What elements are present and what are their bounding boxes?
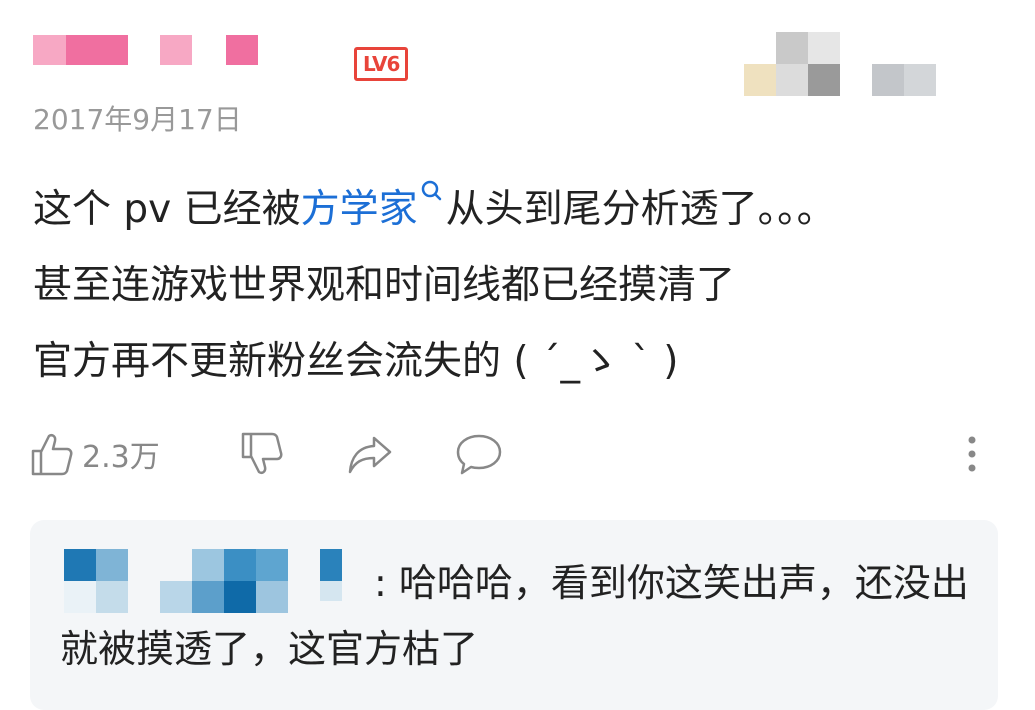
topic-link[interactable]: 方学家 [301, 187, 418, 232]
content-line-1: 这个 pv 已经被方学家 从头到尾分析透了。。。 [33, 172, 1013, 248]
content-line-3: 官方再不更新粉丝会流失的 ( ´_ゝ ` ) [33, 339, 679, 384]
level-badge: LV6 [354, 47, 409, 81]
more-vertical-icon [968, 436, 976, 472]
thumbs-down-icon [241, 432, 283, 475]
like-button[interactable]: 2.3万 [30, 426, 160, 482]
share-icon [348, 436, 392, 474]
like-count: 2.3万 [82, 440, 160, 475]
comment-icon [456, 434, 502, 475]
content-text: 这个 pv 已经被 [33, 187, 301, 232]
content-line-2: 甚至连游戏世界观和时间线都已经摸清了 [33, 263, 736, 308]
comment-button[interactable] [454, 426, 504, 482]
reply-text: : 哈哈哈，看到你这笑出声，还没出就被摸透了，这官方枯了 [60, 561, 969, 671]
post-date: 2017年9月17日 [33, 103, 242, 136]
dislike-button[interactable] [240, 426, 284, 482]
share-button[interactable] [346, 426, 394, 482]
action-bar: 2.3万 [30, 426, 1005, 482]
thumbs-up-icon [31, 433, 73, 476]
search-icon[interactable] [418, 178, 446, 210]
reply-box[interactable]: : 哈哈哈，看到你这笑出声，还没出就被摸透了，这官方枯了 [30, 520, 998, 710]
content-text: 从头到尾分析透了。。。 [445, 187, 836, 232]
more-options-button[interactable] [962, 426, 982, 482]
post-content: 这个 pv 已经被方学家 从头到尾分析透了。。。 甚至连游戏世界观和时间线都已经… [33, 172, 1013, 400]
